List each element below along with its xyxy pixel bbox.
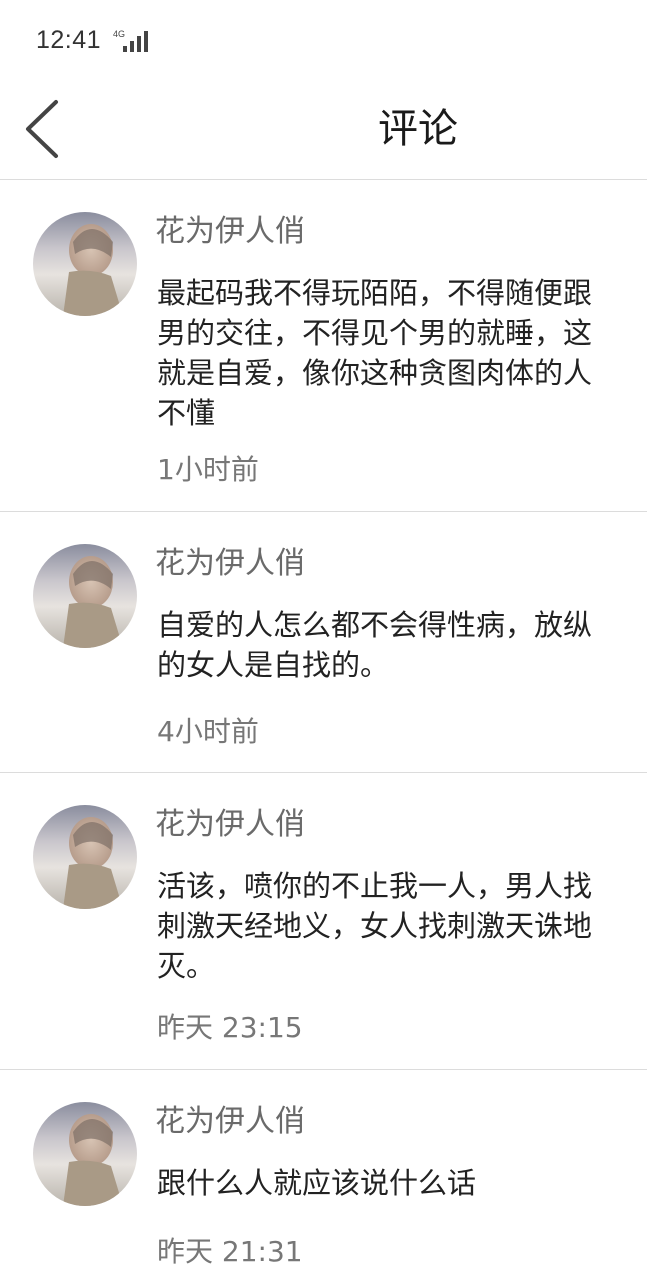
avatar[interactable] xyxy=(33,1102,137,1206)
avatar[interactable] xyxy=(33,212,137,316)
avatar[interactable] xyxy=(33,805,137,909)
avatar[interactable] xyxy=(33,544,137,648)
comment-item[interactable]: 花为伊人俏 跟什么人就应该说什么话 昨天 21:31 xyxy=(0,1070,647,1280)
comment-time: 昨天 21:31 xyxy=(157,1235,303,1268)
signal-bars-icon: 4G xyxy=(113,29,148,52)
comment-item[interactable]: 花为伊人俏 自爱的人怎么都不会得性病，放纵的女人是自找的。 4小时前 xyxy=(0,512,647,773)
comment-username[interactable]: 花为伊人俏 xyxy=(155,799,305,843)
chevron-left-icon xyxy=(26,100,58,158)
comment-username[interactable]: 花为伊人俏 xyxy=(155,1096,305,1140)
network-type: 4G xyxy=(113,29,125,39)
status-time: 12:41 xyxy=(36,26,102,54)
status-bar: 12:41 4G xyxy=(0,0,647,80)
comment-username[interactable]: 花为伊人俏 xyxy=(155,206,305,250)
back-button[interactable] xyxy=(18,90,74,168)
comment-text: 活该，喷你的不止我一人，男人找刺激天经地义，女人找刺激天诛地灭。 xyxy=(157,869,593,983)
page-title: 评论 xyxy=(378,106,458,152)
comment-text: 自爱的人怎么都不会得性病，放纵的女人是自找的。 xyxy=(157,608,593,682)
comment-text: 跟什么人就应该说什么话 xyxy=(157,1166,477,1200)
comment-time: 昨天 23:15 xyxy=(157,1011,303,1044)
comment-text: 最起码我不得玩陌陌，不得随便跟男的交往，不得见个男的就睡，这就是自爱，像你这种贪… xyxy=(157,276,593,430)
comment-time: 1小时前 xyxy=(157,453,259,486)
comment-item[interactable]: 花为伊人俏 最起码我不得玩陌陌，不得随便跟男的交往，不得见个男的就睡，这就是自爱… xyxy=(0,180,647,512)
comment-item[interactable]: 花为伊人俏 活该，喷你的不止我一人，男人找刺激天经地义，女人找刺激天诛地灭。 昨… xyxy=(0,773,647,1070)
comment-username[interactable]: 花为伊人俏 xyxy=(155,538,305,582)
nav-bar: 评论 xyxy=(0,80,647,180)
comment-time: 4小时前 xyxy=(157,715,259,748)
